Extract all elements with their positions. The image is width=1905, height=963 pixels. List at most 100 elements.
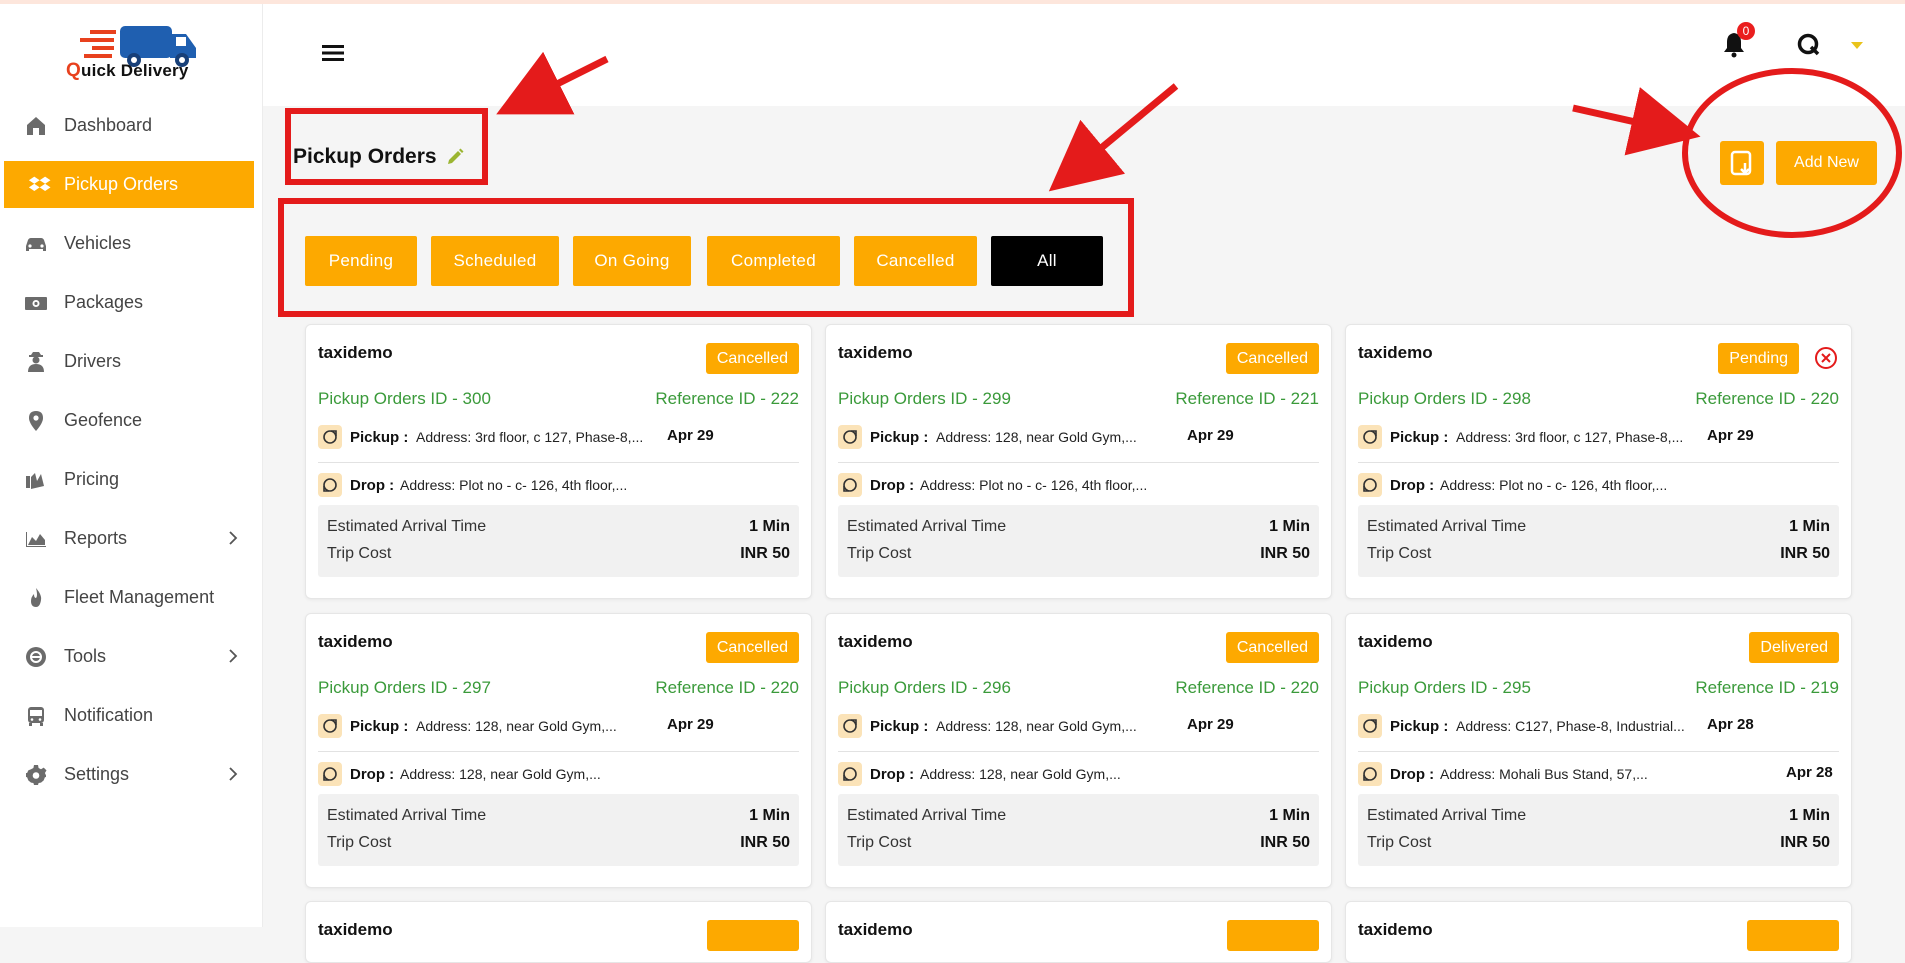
pickup-icon: [318, 714, 342, 738]
order-card[interactable]: taxidemo Cancelled Pickup Orders ID - 30…: [305, 324, 812, 599]
drop-label: Drop :: [870, 477, 915, 494]
pickup-row: Pickup : Address: C127, Phase-8, Industr…: [1358, 714, 1839, 740]
drop-address: Address: Plot no - c- 126, 4th floor,...: [400, 477, 628, 493]
chevron-right-icon: [229, 531, 238, 545]
sidebar-item-notification[interactable]: Notification: [0, 692, 262, 739]
order-card[interactable]: taxidemo: [305, 901, 812, 963]
trip-cost-label: Trip Cost: [327, 834, 392, 851]
drop-label: Drop :: [1390, 477, 1435, 494]
filter-ongoing[interactable]: On Going: [573, 236, 691, 286]
cancel-order-icon[interactable]: [1813, 345, 1839, 371]
eta-value: 1 Min: [1269, 807, 1310, 824]
eta-label: Estimated Arrival Time: [1367, 518, 1527, 535]
drop-icon: [318, 473, 342, 497]
pickup-label: Pickup :: [350, 429, 409, 446]
trip-cost-value: INR 50: [1260, 834, 1310, 851]
sidebar-item-fleet-management[interactable]: Fleet Management: [0, 574, 262, 621]
reference-id: Reference ID - 219: [1695, 678, 1839, 697]
drop-icon: [838, 762, 862, 786]
filter-pending[interactable]: Pending: [305, 236, 417, 286]
bus-icon: [28, 707, 44, 726]
trip-info-box: Estimated Arrival Time 1 Min Trip Cost I…: [1358, 794, 1839, 866]
order-card[interactable]: taxidemo Cancelled Pickup Orders ID - 29…: [825, 324, 1332, 599]
file-export-icon: [1730, 150, 1752, 176]
sidebar-item-tools[interactable]: Tools: [0, 633, 262, 680]
pickup-label: Pickup :: [350, 718, 409, 735]
trip-cost-value: INR 50: [1780, 545, 1830, 562]
annotation-arrow-actions: [1572, 87, 1701, 156]
drop-label: Drop :: [870, 766, 915, 783]
divider: [1358, 462, 1839, 463]
sidebar: Quick Delivery Dashboard Pickup Orders V…: [0, 4, 263, 927]
filter-cancelled[interactable]: Cancelled: [854, 236, 977, 286]
drop-label: Drop :: [350, 477, 395, 494]
pickup-row: Pickup : Address: 128, near Gold Gym,...…: [318, 714, 799, 740]
sidebar-item-geofence[interactable]: Geofence: [0, 397, 262, 444]
chevron-right-icon: [229, 649, 238, 663]
order-customer-name: taxidemo: [318, 920, 393, 939]
sidebar-item-label: Dashboard: [64, 115, 153, 135]
user-secret-icon: [28, 352, 44, 372]
avatar-logo-icon[interactable]: [1796, 32, 1822, 58]
pickup-order-id: Pickup Orders ID - 296: [838, 678, 1011, 697]
drop-row: Drop : Address: 128, near Gold Gym,...: [838, 762, 1319, 788]
pencil-icon[interactable]: [445, 147, 465, 167]
sidebar-item-packages[interactable]: Packages: [0, 279, 262, 326]
order-card[interactable]: taxidemo: [825, 901, 1332, 963]
order-card[interactable]: taxidemo: [1345, 901, 1852, 963]
pickup-label: Pickup :: [1390, 429, 1449, 446]
order-customer-name: taxidemo: [838, 343, 913, 362]
divider: [838, 462, 1319, 463]
pickup-address: Address: 3rd floor, c 127, Phase-8,...: [416, 429, 644, 445]
order-card[interactable]: taxidemo Cancelled Pickup Orders ID - 29…: [825, 613, 1332, 888]
hamburger-menu-icon[interactable]: [322, 43, 344, 63]
filter-scheduled[interactable]: Scheduled: [431, 236, 559, 286]
sidebar-item-drivers[interactable]: Drivers: [0, 338, 262, 385]
eta-value: 1 Min: [1789, 807, 1830, 824]
reference-id: Reference ID - 222: [655, 389, 799, 408]
drop-icon: [318, 762, 342, 786]
sidebar-item-settings[interactable]: Settings: [0, 751, 262, 798]
fire-icon: [31, 588, 42, 607]
pickup-icon: [1358, 714, 1382, 738]
chevron-down-icon[interactable]: [1851, 42, 1863, 49]
gear-icon: [26, 765, 47, 785]
money-icon: [25, 297, 47, 310]
dropbox-icon: [28, 176, 51, 191]
order-card[interactable]: taxidemo Pending Pickup Orders ID - 298 …: [1345, 324, 1852, 599]
pickup-address: Address: 128, near Gold Gym,...: [936, 718, 1137, 734]
order-customer-name: taxidemo: [318, 632, 393, 651]
pickup-icon: [838, 714, 862, 738]
map-pin-icon: [29, 411, 43, 431]
pickup-row: Pickup : Address: 3rd floor, c 127, Phas…: [318, 425, 799, 451]
sidebar-item-label: Vehicles: [64, 233, 132, 253]
pickup-order-id: Pickup Orders ID - 298: [1358, 389, 1531, 408]
pickup-icon: [318, 425, 342, 449]
order-card[interactable]: taxidemo Delivered Pickup Orders ID - 29…: [1345, 613, 1852, 888]
pickup-icon: [1358, 425, 1382, 449]
export-button[interactable]: [1720, 141, 1764, 185]
sidebar-item-pricing[interactable]: Pricing: [0, 456, 262, 503]
pickup-order-id: Pickup Orders ID - 297: [318, 678, 491, 697]
pickup-order-id: Pickup Orders ID - 295: [1358, 678, 1531, 697]
order-card[interactable]: taxidemo Cancelled Pickup Orders ID - 29…: [305, 613, 812, 888]
pickup-address: Address: C127, Phase-8, Industrial...: [1456, 718, 1685, 734]
sidebar-item-dashboard[interactable]: Dashboard: [0, 102, 262, 149]
sidebar-item-pickup-orders[interactable]: Pickup Orders: [4, 161, 254, 208]
pickup-order-id: Pickup Orders ID - 300: [318, 389, 491, 408]
pickup-date: Apr 29: [1187, 427, 1234, 444]
drop-date: Apr 28: [1786, 764, 1833, 781]
filter-all[interactable]: All: [991, 236, 1103, 286]
tools-icon: [26, 647, 46, 667]
sidebar-item-label: Pricing: [64, 469, 120, 489]
filter-completed[interactable]: Completed: [707, 236, 840, 286]
page-title: Pickup Orders: [293, 145, 437, 168]
eta-value: 1 Min: [1789, 518, 1830, 535]
sidebar-item-reports[interactable]: Reports: [0, 515, 262, 562]
add-new-button[interactable]: Add New: [1776, 141, 1877, 185]
sidebar-item-vehicles[interactable]: Vehicles: [0, 220, 262, 267]
drop-address: Address: 128, near Gold Gym,...: [400, 766, 601, 782]
sidebar-item-label: Geofence: [64, 410, 143, 430]
sidebar-item-label: Packages: [64, 292, 144, 312]
trip-cost-value: INR 50: [740, 834, 790, 851]
